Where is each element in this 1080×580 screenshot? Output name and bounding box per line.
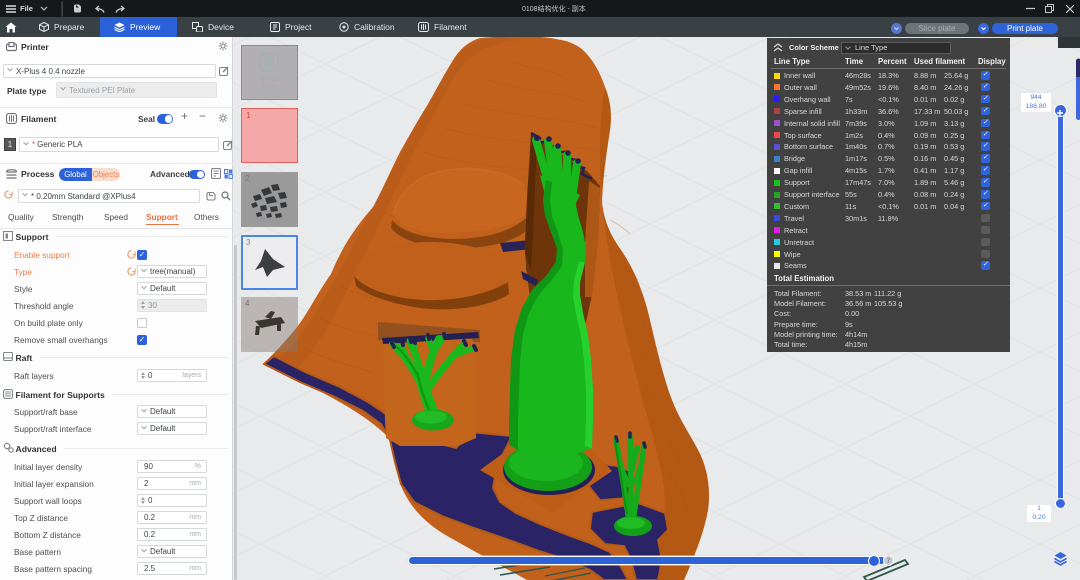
svg-text:Gslim: Gslim [263,84,276,90]
svg-text:ATTFiled: ATTFiled [259,77,279,83]
